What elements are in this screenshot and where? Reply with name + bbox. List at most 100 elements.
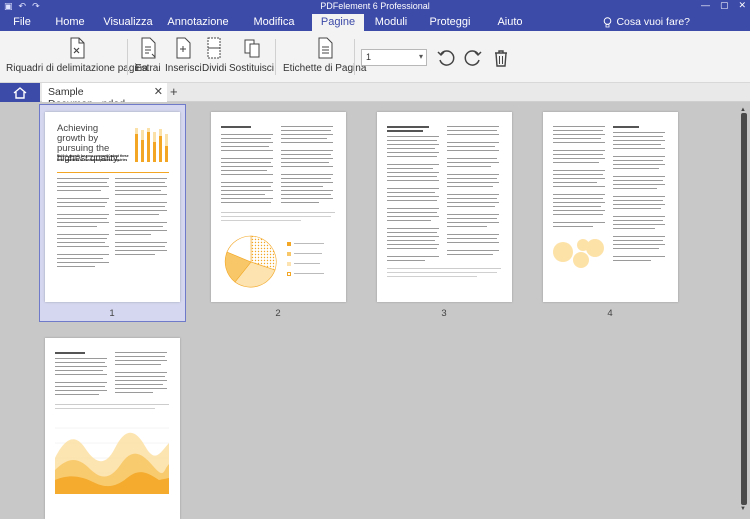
extract-button[interactable]: Estrai xyxy=(135,37,161,74)
text-line xyxy=(57,226,97,228)
legend-swatch xyxy=(287,242,291,246)
text-line xyxy=(281,178,331,180)
maximize-icon[interactable]: ▢ xyxy=(720,0,729,11)
text-line xyxy=(613,184,665,186)
text-line xyxy=(115,384,163,386)
title-bar: ▣ ↶ ↷ PDFelement 6 Professional — ▢ ✕ xyxy=(0,0,750,14)
text-line xyxy=(553,126,605,128)
tab-modifica[interactable]: Modifica xyxy=(236,14,312,31)
tab-visualizza[interactable]: Visualizza xyxy=(96,14,160,31)
text-line xyxy=(115,372,167,374)
page-select[interactable]: 1 ▾ xyxy=(361,49,427,66)
text-line xyxy=(221,162,271,164)
text-line xyxy=(447,178,497,180)
text-line xyxy=(613,244,665,246)
text-line xyxy=(57,246,109,248)
menu-bar: File Home Visualizza Annotazione Modific… xyxy=(0,14,750,31)
text-line xyxy=(115,210,167,212)
text-line xyxy=(387,192,435,194)
text-line xyxy=(387,176,437,178)
text-line xyxy=(55,374,107,376)
text-line xyxy=(221,190,273,192)
text-line xyxy=(387,152,439,154)
page-thumbnail-5[interactable] xyxy=(45,338,180,519)
text-line xyxy=(221,170,267,172)
scroll-down-icon[interactable]: ▼ xyxy=(740,506,746,512)
tab-aiuto[interactable]: Aiuto xyxy=(482,14,538,31)
add-tab-icon[interactable]: + xyxy=(170,84,178,99)
text-line xyxy=(387,148,435,150)
text-line xyxy=(55,382,107,384)
text-line xyxy=(613,216,665,218)
text-line xyxy=(447,238,497,240)
page-thumbnail-4[interactable] xyxy=(543,112,678,302)
text-line xyxy=(613,208,661,210)
text-line xyxy=(115,194,167,196)
help-search[interactable]: Cosa vuoi fare? xyxy=(603,16,690,28)
text-line xyxy=(553,222,605,224)
text-line xyxy=(387,156,437,158)
text-line xyxy=(553,194,605,196)
text-line xyxy=(387,232,437,234)
tab-home[interactable]: Home xyxy=(44,14,96,31)
text-line xyxy=(281,202,319,204)
rotate-left-icon[interactable] xyxy=(436,48,456,68)
close-icon[interactable]: ✕ xyxy=(738,0,746,11)
tab-file[interactable]: File xyxy=(0,14,44,31)
text-line xyxy=(447,130,497,132)
vertical-scrollbar[interactable]: ▲ ▼ xyxy=(740,107,748,513)
text-line xyxy=(115,250,167,252)
replace-button[interactable]: Sostituisci xyxy=(229,37,274,74)
text-line xyxy=(613,176,665,178)
text-line xyxy=(387,144,439,146)
text-line xyxy=(115,182,165,184)
page1-subheading: Unlock growth for your company, adapt th… xyxy=(57,154,129,162)
legend-label xyxy=(294,243,324,244)
text-line xyxy=(221,198,273,200)
text-line xyxy=(553,174,603,176)
text-line xyxy=(221,216,331,217)
insert-button[interactable]: Inserisci xyxy=(165,37,202,74)
text-line xyxy=(613,228,655,230)
page1-bar-chart xyxy=(135,128,168,162)
text-line xyxy=(553,214,603,216)
page-thumbnail-1[interactable]: Achieving growth by pursuing the highest… xyxy=(45,112,180,302)
text-line xyxy=(57,198,109,200)
text-line xyxy=(447,198,497,200)
tab-pagine[interactable]: Pagine xyxy=(312,14,364,31)
text-line xyxy=(281,194,331,196)
text-line xyxy=(553,182,597,184)
page-divider xyxy=(55,404,169,405)
text-line xyxy=(115,360,167,362)
text-line xyxy=(553,134,605,136)
document-tab[interactable]: Sample Documen...nded ✕ xyxy=(42,83,167,110)
tab-annotazione[interactable]: Annotazione xyxy=(160,14,236,31)
text-line xyxy=(221,220,301,221)
tab-proteggi[interactable]: Proteggi xyxy=(418,14,482,31)
extract-label: Estrai xyxy=(135,63,161,74)
window-title: PDFelement 6 Professional xyxy=(320,1,430,11)
split-button[interactable]: Dividi xyxy=(202,37,226,74)
text-line xyxy=(613,168,659,170)
scrollbar-thumb[interactable] xyxy=(741,113,747,505)
tab-moduli[interactable]: Moduli xyxy=(364,14,418,31)
page-thumbnail-2[interactable] xyxy=(211,112,346,302)
rotate-right-icon[interactable] xyxy=(463,48,483,68)
page-select-value: 1 xyxy=(366,52,372,62)
text-line xyxy=(115,356,165,358)
page-number-label: 4 xyxy=(607,308,613,319)
text-line xyxy=(553,170,605,172)
page5-area-chart xyxy=(55,427,169,494)
legend-label xyxy=(294,253,322,254)
delete-page-icon[interactable] xyxy=(491,48,511,68)
home-tab[interactable] xyxy=(0,83,40,102)
lightbulb-icon xyxy=(604,16,612,27)
page-thumbnail-3[interactable] xyxy=(377,112,512,302)
text-line xyxy=(57,238,107,240)
text-line xyxy=(387,164,439,166)
text-line xyxy=(281,126,333,128)
text-line xyxy=(281,138,327,140)
close-tab-icon[interactable]: ✕ xyxy=(154,85,163,98)
minimize-icon[interactable]: — xyxy=(701,0,710,11)
text-line xyxy=(57,202,107,204)
